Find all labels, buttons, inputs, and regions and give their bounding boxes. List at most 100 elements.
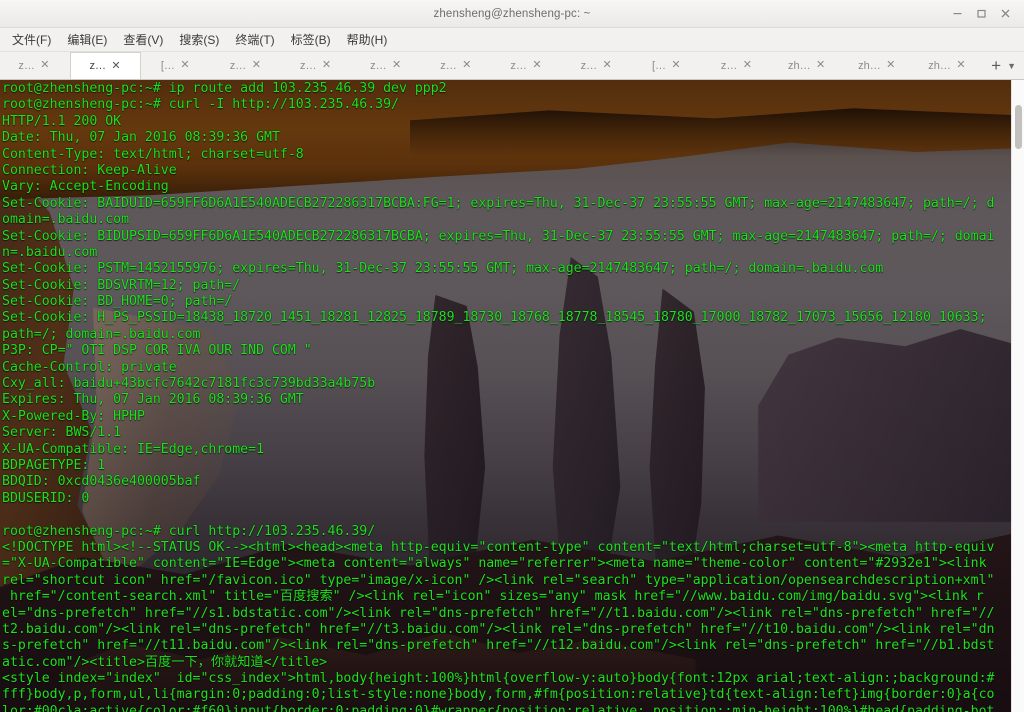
terminal-tab-active[interactable]: z… ✕ — [70, 52, 142, 79]
terminal-line: Set-Cookie: BIDUPSID=659FF6D6A1E540ADECB… — [2, 228, 995, 244]
terminal-line: Set-Cookie: BAIDUID=659FF6D6A1E540ADECB2… — [2, 195, 995, 211]
terminal-line: Set-Cookie: BDSVRTM=12; path=/ — [2, 277, 241, 293]
terminal-line: root@zhensheng-pc:~# ip route add 103.23… — [2, 81, 447, 96]
title-bar: zhensheng@zhensheng-pc: ~ — [0, 0, 1024, 28]
tab-label: zh… — [928, 59, 951, 72]
terminal-tab[interactable]: z… ✕ — [562, 52, 632, 79]
window-title: zhensheng@zhensheng-pc: ~ — [433, 7, 591, 20]
terminal-line: HTTP/1.1 200 OK — [2, 113, 122, 129]
tab-list-menu-icon[interactable]: ▼ — [1007, 61, 1016, 71]
terminal-line: root@zhensheng-pc:~# curl http://103.235… — [2, 523, 376, 539]
terminal-line: X-UA-Compatible: IE=Edge,chrome=1 — [2, 441, 265, 457]
terminal-line: Set-Cookie: BD_HOME=0; path=/ — [2, 294, 233, 310]
terminal-line: atic.com"/><title>百度一下，你就知道</title> — [2, 654, 328, 670]
menu-item-edit[interactable]: 编辑(E) — [59, 28, 115, 51]
menu-item-help[interactable]: 帮助(H) — [339, 28, 396, 51]
terminal-tab[interactable]: zh… ✕ — [773, 52, 843, 79]
terminal-line: omain=.baidu.com — [2, 212, 130, 228]
terminal-tab[interactable]: z… ✕ — [211, 52, 281, 79]
tab-label: z… — [510, 59, 527, 72]
terminal-line: href="/content-search.xml" title="百度搜索" … — [2, 589, 984, 605]
terminal-tab[interactable]: z… ✕ — [282, 52, 352, 79]
tab-bar: z… ✕ z… ✕ [… ✕ z… ✕ z… ✕ z… ✕ z… ✕ z… ✕ z… ✕ [… ✕ z… ✕ zh… ✕ zh…… — [0, 52, 1024, 80]
terminal-tab[interactable]: [… ✕ — [141, 52, 211, 79]
tab-close-icon[interactable]: ✕ — [110, 60, 122, 72]
terminal-line: BDPAGETYPE: 1 — [2, 457, 106, 473]
tabs-container: z… ✕ z… ✕ [… ✕ z… ✕ z… ✕ z… ✕ z… ✕ z… ✕ z… ✕ [… ✕ z… ✕ zh… ✕ zh…… — [0, 52, 983, 79]
menu-item-file[interactable]: 文件(F) — [4, 28, 59, 51]
terminal-area[interactable]: root@zhensheng-pc:~# ip route add 103.23… — [0, 80, 1024, 712]
tab-actions: + ▼ — [983, 52, 1024, 79]
terminal-line: Set-Cookie: H_PS_PSSID=18438_18720_1451_… — [2, 310, 987, 326]
tab-close-icon[interactable]: ✕ — [179, 60, 191, 71]
terminal-line: BDQID: 0xcd0436e400005baf — [2, 474, 201, 490]
menu-bar: 文件(F) 编辑(E) 查看(V) 搜索(S) 终端(T) 标签(B) 帮助(H… — [0, 28, 1024, 52]
terminal-line: Content-Type: text/html; charset=utf-8 — [2, 146, 304, 162]
terminal-tab[interactable]: z… ✕ — [492, 52, 562, 79]
terminal-line: Connection: Keep-Alive — [2, 162, 177, 178]
maximize-button[interactable] — [970, 4, 992, 24]
tab-label: z… — [440, 59, 457, 72]
terminal-window: zhensheng@zhensheng-pc: ~ 文件(F) 编辑(E) 查看… — [0, 0, 1024, 712]
menu-item-terminal[interactable]: 终端(T) — [227, 28, 282, 51]
terminal-line: root@zhensheng-pc:~# curl -I http://103.… — [2, 97, 399, 113]
terminal-line: Set-Cookie: PSTM=1452155976; expires=Thu… — [2, 261, 884, 277]
new-tab-button[interactable]: + — [991, 57, 1001, 74]
terminal-tab[interactable]: zh… ✕ — [843, 52, 913, 79]
tab-close-icon[interactable]: ✕ — [670, 60, 682, 71]
close-button[interactable] — [994, 4, 1016, 24]
menu-item-search[interactable]: 搜索(S) — [171, 28, 227, 51]
tab-label: z… — [580, 59, 598, 72]
tab-close-icon[interactable]: ✕ — [885, 60, 897, 71]
terminal-line: n=.baidu.com — [2, 244, 98, 260]
tab-label: z… — [299, 59, 317, 72]
tab-label: z… — [229, 59, 247, 72]
tab-close-icon[interactable]: ✕ — [601, 60, 613, 71]
terminal-tab[interactable]: z… ✕ — [703, 52, 773, 79]
menu-item-tabs[interactable]: 标签(B) — [283, 28, 339, 51]
tab-label: [… — [651, 59, 667, 72]
tab-label: z… — [720, 59, 738, 72]
terminal-line: P3P: CP=" OTI DSP COR IVA OUR IND COM " — [2, 343, 312, 359]
tab-close-icon[interactable]: ✕ — [320, 60, 332, 71]
tab-close-icon[interactable]: ✕ — [461, 60, 473, 71]
minimize-button[interactable] — [946, 4, 968, 24]
tab-label: z… — [370, 59, 387, 72]
terminal-line: Vary: Accept-Encoding — [2, 179, 169, 195]
tab-label: [… — [160, 59, 175, 72]
terminal-tab[interactable]: [… ✕ — [632, 52, 702, 79]
terminal-line: t2.baidu.com"/><link rel="dns-prefetch" … — [2, 621, 995, 637]
terminal-line: <!DOCTYPE html><!--STATUS OK--><html><he… — [2, 539, 995, 555]
menu-item-view[interactable]: 查看(V) — [115, 28, 171, 51]
tab-close-icon[interactable]: ✕ — [531, 60, 543, 71]
terminal-line: Expires: Thu, 07 Jan 2016 08:39:36 GMT — [2, 392, 304, 408]
terminal-output[interactable]: root@zhensheng-pc:~# ip route add 103.23… — [0, 80, 1024, 712]
terminal-line: lor:#00c}a:active{color:#f60}input{borde… — [2, 703, 995, 712]
terminal-scrollbar-thumb[interactable] — [1015, 105, 1022, 149]
terminal-tab[interactable]: z… ✕ — [0, 52, 70, 79]
terminal-line: rel="shortcut icon" href="/favicon.ico" … — [2, 572, 995, 588]
terminal-tab[interactable]: z… ✕ — [422, 52, 492, 79]
terminal-scrollbar[interactable] — [1011, 80, 1024, 712]
tab-close-icon[interactable]: ✕ — [741, 60, 753, 71]
tab-close-icon[interactable]: ✕ — [39, 60, 51, 71]
tab-close-icon[interactable]: ✕ — [391, 60, 403, 71]
terminal-line: X-Powered-By: HPHP — [2, 408, 145, 424]
terminal-line: fff}body,p,form,ul,li{margin:0;padding:0… — [2, 687, 995, 703]
tab-close-icon[interactable]: ✕ — [815, 60, 827, 71]
terminal-tab[interactable]: zh… ✕ — [913, 52, 983, 79]
tab-label: z… — [89, 60, 106, 72]
tab-close-icon[interactable]: ✕ — [250, 60, 262, 71]
terminal-line: <style index="index" id="css_index">html… — [2, 671, 995, 687]
terminal-line: BDUSERID: 0 — [2, 490, 90, 506]
terminal-line: ="X-UA-Compatible" content="IE=Edge"><me… — [2, 556, 987, 572]
terminal-line: Date: Thu, 07 Jan 2016 08:39:36 GMT — [2, 130, 280, 146]
tab-close-icon[interactable]: ✕ — [955, 60, 967, 71]
window-controls — [946, 4, 1024, 24]
terminal-line: Server: BWS/1.1 — [2, 425, 122, 441]
terminal-line: Cxy_all: baidu+43bcfc7642c7181fc3c739bd3… — [2, 376, 376, 392]
terminal-tab[interactable]: z… ✕ — [352, 52, 422, 79]
terminal-line: path=/; domain=.baidu.com — [2, 326, 201, 342]
tab-label: zh… — [787, 59, 811, 72]
